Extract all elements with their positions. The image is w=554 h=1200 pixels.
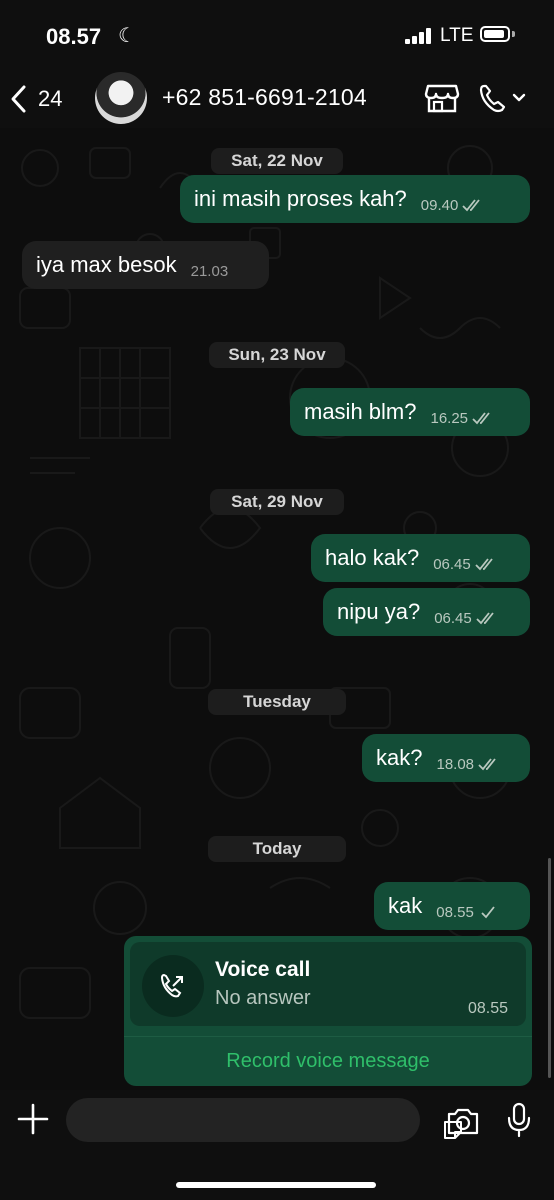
avatar[interactable] xyxy=(95,72,147,124)
call-title: Voice call xyxy=(215,958,311,981)
back-chevron-icon xyxy=(11,85,26,113)
status-time: 08.57 xyxy=(46,24,102,49)
double-check-icon xyxy=(478,758,496,771)
battery-icon xyxy=(480,26,510,42)
message-time: 06.45 xyxy=(433,555,471,573)
date-separator: Today xyxy=(208,836,346,862)
message-text: nipu ya? xyxy=(337,599,421,624)
missed-call-icon-container xyxy=(142,955,204,1017)
plus-icon[interactable] xyxy=(16,1102,50,1136)
scrollbar[interactable] xyxy=(548,858,551,1078)
message-time: 09.40 xyxy=(420,196,459,214)
input-bar xyxy=(0,1090,554,1200)
message-bubble-outgoing[interactable]: masih blm? 16.25 xyxy=(290,388,530,436)
message-bubble-outgoing[interactable]: kak 08.55 xyxy=(374,882,530,930)
double-check-icon xyxy=(476,612,494,625)
date-separator: Tuesday xyxy=(208,689,346,715)
mic-icon[interactable] xyxy=(506,1102,532,1138)
voice-call-card[interactable]: Voice call No answer 08.55 Record voice … xyxy=(124,936,532,1086)
call-time: 08.55 xyxy=(467,1000,508,1017)
message-bubble-outgoing[interactable]: kak? 18.08 xyxy=(362,734,530,782)
call-status: No answer xyxy=(215,987,311,1009)
message-text: kak xyxy=(388,893,423,918)
voice-call-summary[interactable]: Voice call No answer 08.55 xyxy=(130,942,526,1026)
status-bar: 08.57 ☾ LTE xyxy=(0,0,554,72)
message-input[interactable] xyxy=(66,1098,462,1142)
message-time: 18.08 xyxy=(436,755,475,773)
double-check-icon xyxy=(462,199,481,212)
home-indicator xyxy=(176,1182,376,1188)
message-time: 08.55 xyxy=(436,903,474,921)
message-text: ini masih proses kah? xyxy=(194,186,407,211)
back-button[interactable]: 24 xyxy=(10,81,76,117)
message-text: masih blm? xyxy=(304,399,417,424)
message-bubble-incoming[interactable]: iya max besok 21.03 xyxy=(22,241,269,289)
store-icon[interactable] xyxy=(424,82,460,114)
missed-call-icon xyxy=(160,973,183,998)
chat-header: 24 +62 851-6691-2104 xyxy=(0,72,554,128)
message-text: iya max besok xyxy=(36,252,177,277)
message-bubble-outgoing[interactable]: ini masih proses kah? 09.40 xyxy=(180,175,530,223)
divider xyxy=(124,1036,532,1037)
double-check-icon xyxy=(475,558,493,571)
message-text: kak? xyxy=(376,745,423,770)
chevron-down-icon xyxy=(512,93,526,102)
message-time: 06.45 xyxy=(434,609,472,627)
unread-count: 24 xyxy=(38,86,63,111)
message-text: halo kak? xyxy=(325,545,420,570)
signal-icon xyxy=(405,28,431,44)
contact-name[interactable]: +62 851-6691-2104 xyxy=(162,84,367,111)
date-separator: Sat, 22 Nov xyxy=(211,148,343,174)
battery-tip xyxy=(512,31,515,37)
message-time: 21.03 xyxy=(190,262,229,280)
record-voice-message-button[interactable]: Record voice message xyxy=(124,1050,532,1073)
single-check-icon xyxy=(481,906,495,919)
camera-icon[interactable] xyxy=(446,1106,480,1136)
date-separator: Sat, 29 Nov xyxy=(210,489,344,515)
message-bubble-outgoing[interactable]: halo kak? 06.45 xyxy=(311,534,530,582)
network-label: LTE xyxy=(440,25,474,46)
phone-icon[interactable] xyxy=(478,82,528,114)
message-bubble-outgoing[interactable]: nipu ya? 06.45 xyxy=(323,588,530,636)
double-check-icon xyxy=(472,412,490,425)
message-time: 16.25 xyxy=(430,409,469,427)
moon-icon: ☾ xyxy=(118,25,136,47)
date-separator: Sun, 23 Nov xyxy=(209,342,345,368)
